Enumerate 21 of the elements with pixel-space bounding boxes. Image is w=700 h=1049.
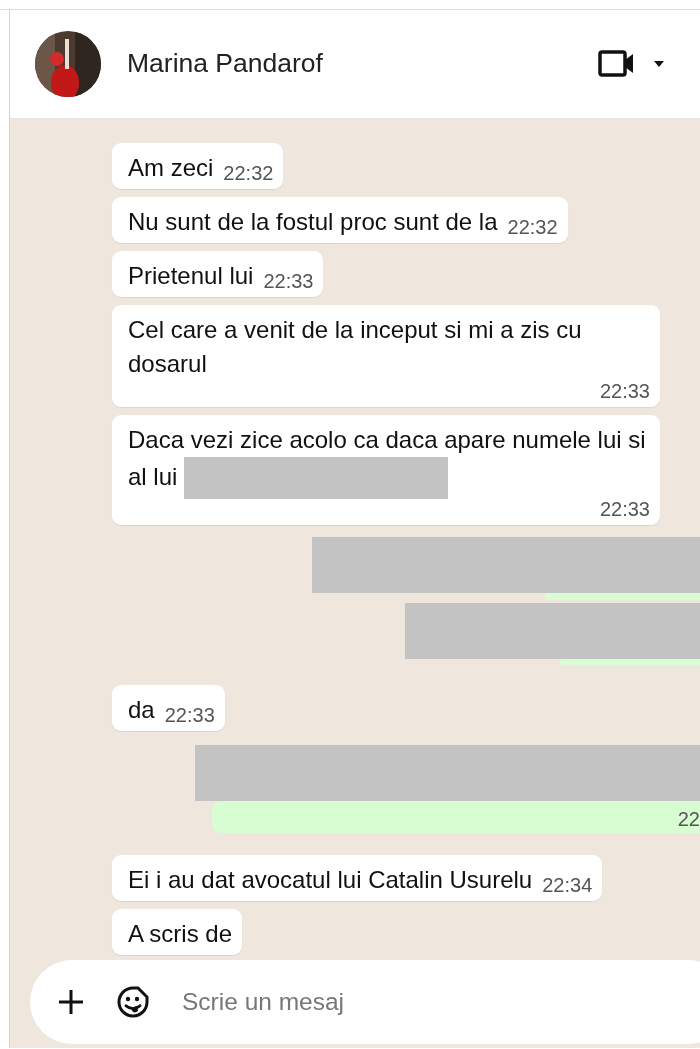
message-time: 22:32 <box>223 163 274 183</box>
message-text: A scris de <box>128 919 233 949</box>
message-text: da <box>128 695 155 725</box>
message-time: 22:34 <box>542 875 593 895</box>
message-time: 22:33 <box>263 271 314 291</box>
message-text: Am zeci <box>128 153 214 183</box>
message-text: Cel care a venit de la inceput si mi a zis cu dosarul <box>128 315 583 379</box>
message-time: 22:32 <box>507 217 558 237</box>
message-time: 22 <box>677 809 700 832</box>
contact-name: Marina Pandarof <box>127 47 324 81</box>
sticker-icon[interactable] <box>116 985 150 1019</box>
message-input[interactable]: Scrie un mesaj <box>180 982 700 1022</box>
message-text: Nu sunt de la fostul proc sunt de la <box>128 207 498 237</box>
message-text: Daca vezi zice acolo ca daca apare numele lui si al lui <box>128 423 650 499</box>
message-text: Prietenul lui <box>128 261 254 291</box>
message-text: Ei i au dat avocatul lui Catalin Usurelu <box>128 865 533 895</box>
message-time: 22:33 <box>599 499 650 519</box>
message-field[interactable]: Scrie un mesaj <box>30 960 700 1044</box>
plus-icon[interactable] <box>56 987 86 1017</box>
message-time: 22:33 <box>599 381 650 401</box>
message-time: 22:33 <box>164 705 215 725</box>
